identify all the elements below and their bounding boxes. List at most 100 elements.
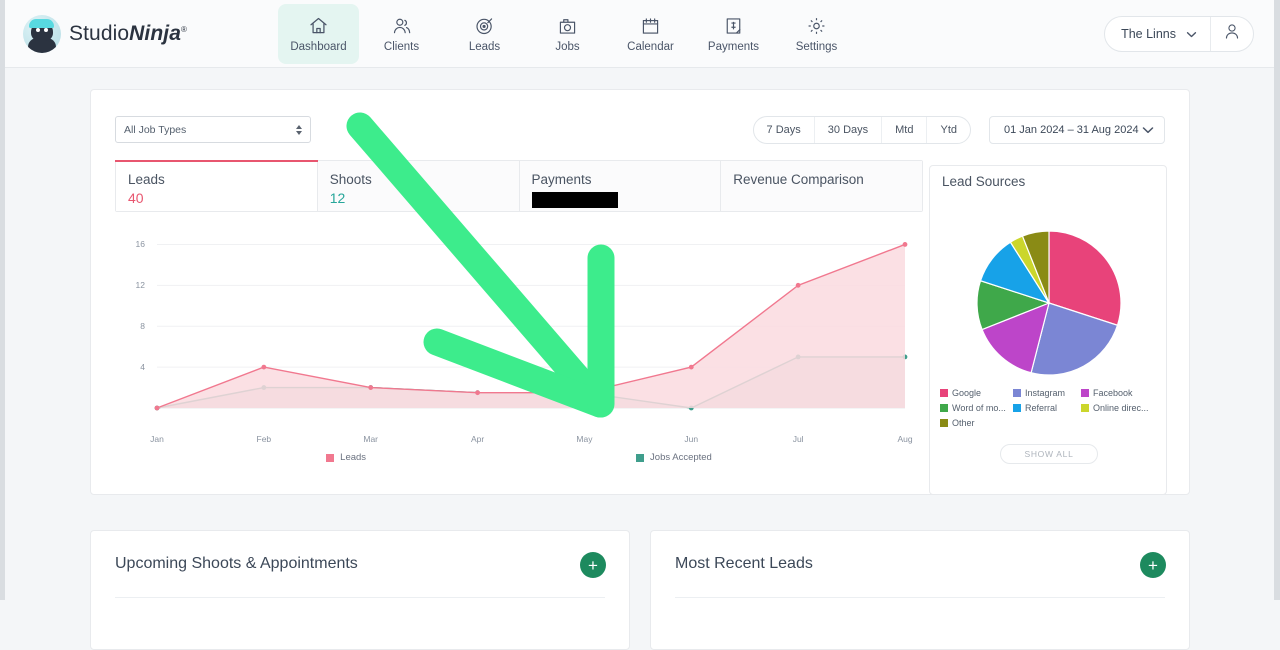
nav-item-clients[interactable]: Clients (361, 4, 442, 64)
y-tick-label: 12 (135, 280, 145, 291)
user-menu: The Linns (1104, 16, 1254, 52)
date-range-presets: 7 Days 30 Days Mtd Ytd (752, 116, 971, 144)
legend-swatch (1081, 404, 1089, 412)
preset-7-days[interactable]: 7 Days (754, 117, 815, 143)
legend-item-jobs-accepted: Jobs Accepted (636, 452, 712, 463)
date-range-picker[interactable]: 01 Jan 2024 – 31 Aug 2024 (989, 116, 1165, 144)
gear-icon (806, 15, 827, 37)
legend-swatch (940, 419, 948, 427)
stat-tab-payments[interactable]: Payments (519, 161, 722, 211)
window-right-edge (1274, 0, 1280, 600)
pie-legend: Google Instagram Facebook Word of mo... Refe… (940, 388, 1158, 428)
pie-legend-item: Facebook (1081, 388, 1151, 398)
profile-button[interactable] (1210, 17, 1253, 51)
chart-legend: Leads Jobs Accepted (115, 452, 923, 463)
legend-label: Instagram (1025, 388, 1066, 398)
account-switcher[interactable]: The Linns (1105, 17, 1210, 51)
brand-name-light: Studio (69, 21, 130, 45)
nav-label: Leads (468, 40, 501, 53)
y-tick-label: 4 (140, 362, 145, 373)
job-type-value: All Job Types (124, 123, 187, 136)
brand-name-bold: Ninja (129, 21, 181, 45)
legend-item-leads: Leads (326, 452, 366, 463)
legend-label: Facebook (1093, 388, 1133, 398)
lead-sources-pie-chart (960, 228, 1138, 378)
legend-swatch (1081, 389, 1089, 397)
account-name: The Linns (1121, 27, 1176, 41)
stat-tab-leads[interactable]: Leads 40 (115, 160, 318, 211)
card-title: Most Recent Leads (675, 555, 813, 572)
stat-label: Leads (128, 172, 165, 187)
plus-icon: + (588, 555, 598, 575)
legend-swatch (636, 453, 645, 462)
nav-label: Clients (383, 40, 420, 53)
nav-label: Jobs (555, 40, 580, 53)
app-logo[interactable]: StudioNinja® (23, 14, 187, 53)
legend-swatch (940, 389, 948, 397)
nav-label: Calendar (627, 40, 674, 53)
nav-label: Payments (707, 40, 760, 53)
legend-swatch (1013, 389, 1021, 397)
redaction-bar (531, 192, 618, 209)
stat-value-redacted (531, 189, 721, 209)
nav-item-settings[interactable]: Settings (776, 4, 857, 64)
most-recent-leads-card: Most Recent Leads + (650, 530, 1190, 650)
clients-icon (391, 15, 412, 37)
stat-tab-shoots[interactable]: Shoots 12 (317, 161, 520, 211)
x-tick-label: Jun (684, 434, 699, 444)
chevron-down-icon (1142, 121, 1154, 139)
pie-canvas (976, 230, 1122, 376)
y-tick-label: 8 (140, 321, 145, 332)
legend-label: Jobs Accepted (650, 452, 712, 463)
pie-legend-item: Word of mo... (940, 403, 1013, 413)
legend-swatch (940, 404, 948, 412)
stat-label: Shoots (329, 172, 372, 187)
ninja-mascot-icon (23, 14, 61, 53)
date-range-value: 01 Jan 2024 – 31 Aug 2024 (1004, 124, 1139, 136)
job-type-select[interactable]: All Job Types (115, 116, 311, 143)
filter-toolbar: All Job Types 7 Days 30 Days Mtd Ytd 01 … (115, 116, 1165, 144)
nav-item-dashboard[interactable]: Dashboard (278, 3, 359, 64)
x-tick-label: Jul (792, 434, 804, 444)
add-lead-button[interactable]: + (1140, 552, 1166, 578)
legend-label: Referral (1025, 403, 1058, 413)
legend-label: Leads (340, 452, 367, 463)
add-shoot-button[interactable]: + (580, 552, 606, 578)
nav-label: Settings (795, 40, 838, 53)
legend-swatch (326, 453, 335, 462)
main-nav: Dashboard Clients Leads Jobs Calendar Pa… (278, 3, 857, 64)
nav-item-jobs[interactable]: Jobs (527, 4, 608, 64)
chevron-down-icon (1186, 27, 1197, 41)
preset-ytd[interactable]: Ytd (927, 117, 970, 143)
person-icon (1224, 23, 1240, 45)
stat-tab-group: Leads 40 Shoots 12 Payments Revenue Comp… (115, 160, 923, 212)
top-navigation-bar: StudioNinja® Dashboard Clients Leads Job… (5, 0, 1274, 68)
window-left-edge (0, 0, 5, 600)
show-all-button[interactable]: SHOW ALL (1000, 444, 1098, 464)
stat-tab-revenue-comparison[interactable]: Revenue Comparison (721, 161, 922, 211)
leads-jobs-area-chart: 4 8 12 16 Jan Feb Mar Apr May Jun Jul Aug Leads Jo… (115, 212, 923, 474)
nav-item-payments[interactable]: Payments (693, 4, 774, 64)
divider (675, 597, 1165, 598)
divider (115, 597, 605, 598)
stat-label: Revenue Comparison (733, 172, 864, 187)
x-tick-label: Mar (363, 434, 379, 444)
x-tick-label: Aug (897, 434, 913, 444)
nav-item-leads[interactable]: Leads (444, 4, 525, 64)
target-icon (474, 15, 495, 37)
pie-legend-item: Other (940, 418, 1013, 428)
nav-label: Dashboard (290, 40, 347, 53)
preset-mtd[interactable]: Mtd (882, 117, 928, 143)
legend-swatch (1013, 404, 1021, 412)
nav-item-calendar[interactable]: Calendar (610, 4, 691, 64)
home-icon (308, 15, 329, 37)
camera-icon (557, 15, 578, 37)
stat-value: 40 (128, 190, 144, 206)
registered-mark: ® (181, 24, 187, 34)
lead-sources-card: Lead Sources Google Instagram Facebook Word… (929, 165, 1167, 495)
stat-value: 12 (329, 190, 346, 206)
legend-label: Online direc... (1093, 403, 1149, 413)
preset-30-days[interactable]: 30 Days (815, 117, 883, 143)
brand-wordmark: StudioNinja® (69, 22, 187, 46)
legend-label: Google (952, 388, 982, 398)
